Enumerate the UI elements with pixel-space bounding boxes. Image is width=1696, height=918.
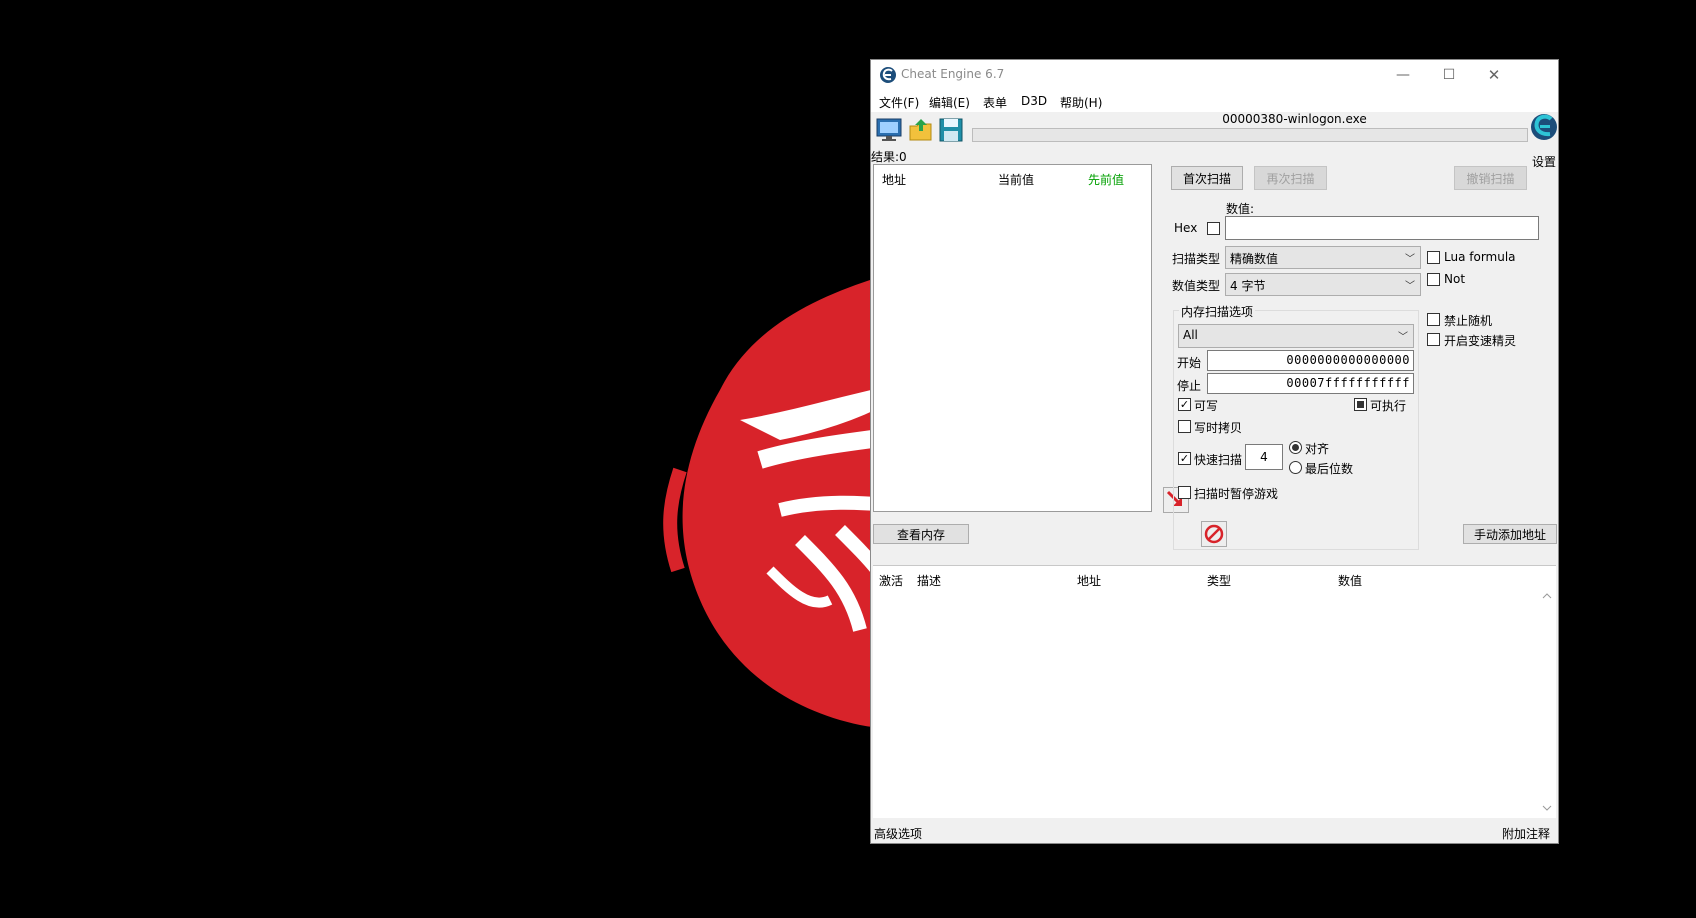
undo-scan-button[interactable]: 撤销扫描 [1454,166,1527,190]
memory-region-value: All [1183,328,1198,342]
results-count: 结果:0 [871,150,907,164]
copy-on-write-checkbox[interactable] [1178,420,1191,433]
pause-game-checkbox[interactable] [1178,486,1191,499]
col-address[interactable]: 地址 [1077,572,1101,589]
executable-checkbox[interactable] [1354,398,1367,411]
chevron-down-icon: ﹀ [1405,254,1415,265]
stop-label: 停止 [1177,379,1202,393]
menu-table[interactable]: 表单 [983,94,1007,111]
minimize-button[interactable]: — [1380,60,1426,90]
cheat-engine-logo-icon [880,67,896,83]
no-random-checkbox[interactable] [1427,313,1440,326]
col-address[interactable]: 地址 [882,171,906,188]
menu-help[interactable]: 帮助(H) [1060,94,1102,111]
value-type-label: 数值类型 [1172,279,1221,293]
settings-label[interactable]: 设置 [1532,153,1556,170]
hex-checkbox[interactable] [1207,222,1220,235]
menu-bar: 文件(F) 编辑(E) 表单 D3D 帮助(H) [871,90,1558,112]
table-extras-link[interactable]: 附加注释 [1502,825,1550,842]
chevron-down-icon: ﹀ [1405,281,1415,292]
next-scan-button[interactable]: 再次扫描 [1254,166,1327,190]
menu-file[interactable]: 文件(F) [879,94,919,111]
col-active[interactable]: 激活 [879,572,903,589]
col-value[interactable]: 数值 [1338,572,1362,589]
chevron-down-icon: ﹀ [1398,332,1408,343]
scan-value-input[interactable] [1225,216,1539,240]
stop-address-input[interactable]: 00007fffffffffff [1207,373,1414,394]
cheat-table[interactable]: 激活 描述 地址 类型 数值 [873,565,1556,818]
view-memory-button[interactable]: 查看内存 [873,524,969,544]
hex-label: Hex [1174,221,1198,235]
scan-progress-bar [972,128,1528,142]
last-digits-label: 最后位数 [1305,462,1354,476]
menu-d3d[interactable]: D3D [1021,94,1047,108]
scan-type-value: 精确数值 [1230,252,1279,266]
col-current-value[interactable]: 当前值 [998,171,1034,188]
scan-type-label: 扫描类型 [1172,252,1221,266]
titlebar[interactable]: Cheat Engine 6.7 — ☐ ✕ [871,60,1558,90]
add-address-manually-button[interactable]: 手动添加地址 [1463,524,1557,544]
vertical-scrollbar[interactable] [1540,588,1554,816]
col-type[interactable]: 类型 [1207,572,1231,589]
fast-scan-checkbox[interactable]: ✓ [1178,452,1191,465]
alignment-label: 对齐 [1305,442,1330,456]
lua-formula-checkbox[interactable] [1427,251,1440,264]
cheat-engine-window[interactable]: Cheat Engine 6.7 — ☐ ✕ 文件(F) 编辑(E) 表单 D3… [870,59,1559,844]
executable-label: 可执行 [1370,399,1407,413]
value-type-select[interactable]: 4 字节 ﹀ [1225,273,1421,296]
window-title: Cheat Engine 6.7 [901,67,1005,81]
alignment-radio[interactable] [1289,441,1302,454]
maximize-button[interactable]: ☐ [1426,60,1472,90]
fast-scan-alignment-input[interactable]: 4 [1245,444,1283,470]
value-label: 数值: [1226,202,1255,216]
speedhack-label: 开启变速精灵 [1444,334,1517,348]
found-address-list[interactable]: 地址 当前值 先前值 [873,164,1152,512]
menu-edit[interactable]: 编辑(E) [929,94,970,111]
advanced-options-link[interactable]: 高级选项 [874,825,922,842]
first-scan-button[interactable]: 首次扫描 [1171,166,1243,190]
speedhack-checkbox[interactable] [1427,333,1440,346]
pause-game-label: 扫描时暂停游戏 [1194,487,1279,501]
memory-scan-options-label: 内存扫描选项 [1179,303,1256,320]
writable-checkbox[interactable]: ✓ [1178,398,1191,411]
writable-label: 可写 [1194,399,1219,413]
not-checkbox[interactable] [1427,273,1440,286]
not-label: Not [1444,272,1466,286]
process-name: 00000380-winlogon.exe [1222,112,1367,126]
close-button[interactable]: ✕ [1471,60,1517,90]
start-address-input[interactable]: 0000000000000000 [1207,350,1414,371]
start-label: 开始 [1177,356,1202,370]
col-description[interactable]: 描述 [917,572,941,589]
copy-on-write-label: 写时拷贝 [1194,421,1243,435]
no-random-label: 禁止随机 [1444,314,1493,328]
lua-formula-label: Lua formula [1444,250,1516,264]
status-bar: 高级选项 附加注释 [871,820,1558,844]
clear-list-icon[interactable] [1201,521,1227,547]
last-digits-radio[interactable] [1289,461,1302,474]
memory-region-select[interactable]: All ﹀ [1178,324,1414,348]
fast-scan-label: 快速扫描 [1194,453,1243,467]
col-previous-value[interactable]: 先前值 [1088,171,1124,188]
cheat-engine-settings-icon[interactable] [1529,110,1559,144]
value-type-value: 4 字节 [1230,279,1266,293]
scan-type-select[interactable]: 精确数值 ﹀ [1225,246,1421,269]
